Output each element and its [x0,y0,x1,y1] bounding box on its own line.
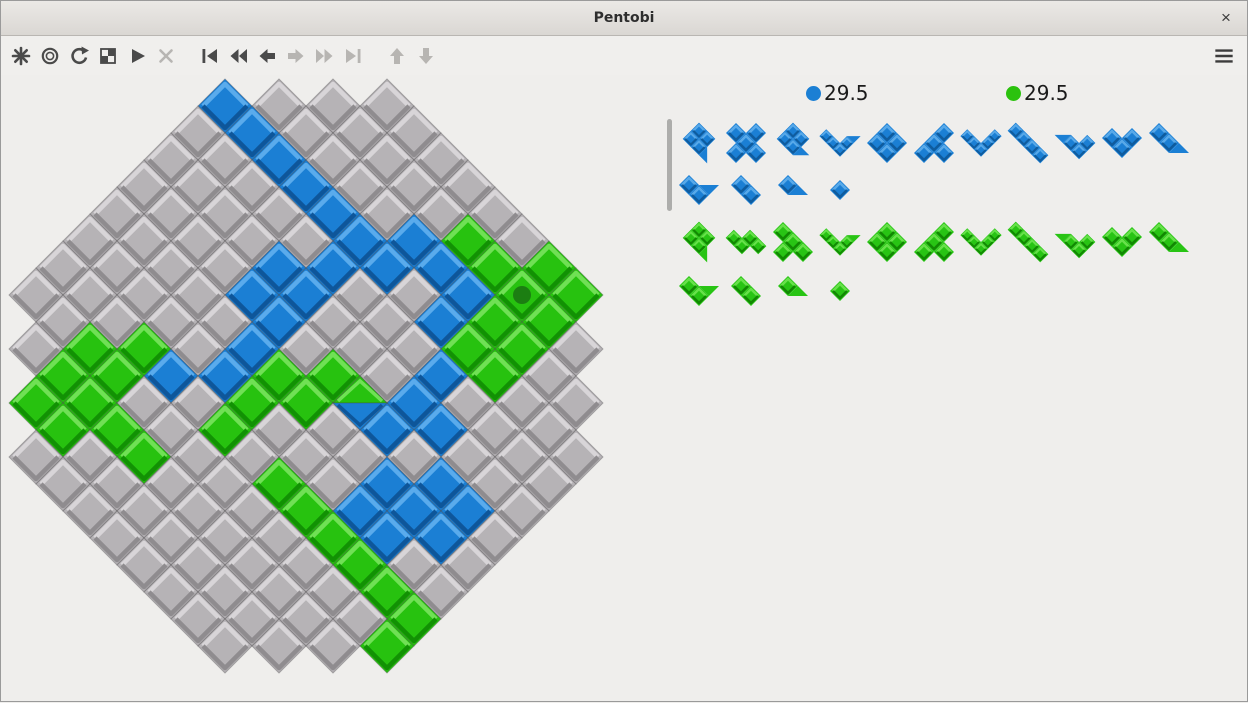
piece-blue-m1h[interactable] [771,168,815,212]
go-forward-icon[interactable] [282,41,311,70]
piece-blue-d2[interactable] [724,168,768,212]
piece-green-n5[interactable] [818,220,862,264]
green-score-value: 29.5 [1024,81,1069,105]
window-title: Pentobi [594,10,655,26]
green-player-dot [1006,86,1021,101]
pieces-scrollbar[interactable] [667,119,672,211]
piece-blue-v5[interactable] [959,121,1003,165]
go-forward10-icon[interactable] [311,41,340,70]
computer-colors-icon[interactable] [94,41,123,70]
piece-blue-x5[interactable] [724,121,768,165]
piece-blue-v3[interactable] [1100,121,1144,165]
piece-green-l2h[interactable] [677,269,721,313]
piece-green-v5[interactable] [959,220,1003,264]
close-icon[interactable]: × [1215,7,1237,29]
play-icon[interactable] [123,41,152,70]
piece-blue-one[interactable] [818,168,862,212]
piece-green-w4[interactable] [724,220,768,264]
blue-score-value: 29.5 [824,81,869,105]
piece-green-p5[interactable] [677,220,721,264]
piece-blue-n5[interactable] [818,121,862,165]
piece-green-i4[interactable] [1006,220,1050,264]
piece-blue-tri3[interactable] [1053,121,1097,165]
title-bar: Pentobi × [1,1,1247,36]
piece-blue-o4[interactable] [865,121,909,165]
go-back-icon[interactable] [253,41,282,70]
piece-blue-t5[interactable] [771,121,815,165]
piece-green-l4[interactable] [912,220,956,264]
piece-green-i2h[interactable] [1147,220,1191,264]
rated-game-icon[interactable] [36,41,65,70]
piece-blue-i2h[interactable] [1147,121,1191,165]
undo-icon[interactable] [65,41,94,70]
piece-green-m1h[interactable] [771,269,815,313]
piece-blue-l2h[interactable] [677,168,721,212]
go-end-icon[interactable] [340,41,369,70]
go-beginning-icon[interactable] [195,41,224,70]
piece-blue-l4[interactable] [912,121,956,165]
piece-green-tri3[interactable] [1053,220,1097,264]
go-back10-icon[interactable] [224,41,253,70]
green-score: 29.5 [1006,81,1069,105]
variation-down-icon[interactable] [412,41,441,70]
piece-blue-p5[interactable] [677,121,721,165]
piece-green-one[interactable] [818,269,862,313]
toolbar [1,36,1247,75]
piece-green-o4[interactable] [865,220,909,264]
stop-icon[interactable] [152,41,181,70]
hamburger-icon [1211,43,1237,69]
piece-green-d2[interactable] [724,269,768,313]
blue-score: 29.5 [806,81,869,105]
piece-blue-i4[interactable] [1006,121,1050,165]
new-game-icon[interactable] [7,41,36,70]
menu-icon[interactable] [1209,41,1239,69]
piece-green-y4[interactable] [771,220,815,264]
variation-up-icon[interactable] [383,41,412,70]
blue-player-dot [806,86,821,101]
game-board[interactable] [1,75,621,703]
piece-green-v3[interactable] [1100,220,1144,264]
